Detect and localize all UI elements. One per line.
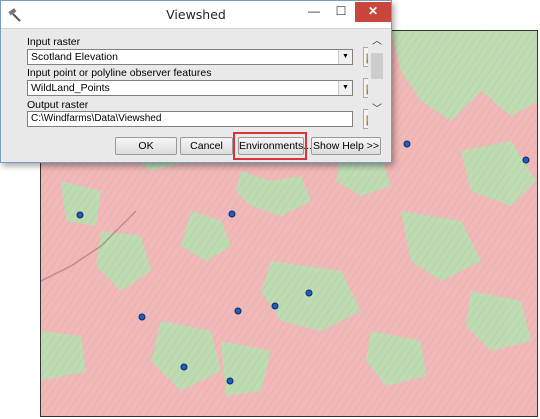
minimize-button[interactable]: — bbox=[301, 2, 327, 22]
observer-point[interactable] bbox=[305, 289, 313, 297]
observer-point[interactable] bbox=[76, 211, 84, 219]
dropdown-arrow-icon[interactable]: ▼ bbox=[338, 50, 352, 64]
vertical-scrollbar[interactable]: ︿ ﹀ bbox=[368, 33, 386, 131]
viewshed-dialog: Viewshed — ☐ ✕ Input raster Scotland Ele… bbox=[0, 0, 392, 163]
close-button[interactable]: ✕ bbox=[355, 2, 391, 22]
observer-point[interactable] bbox=[522, 156, 530, 164]
input-raster-label: Input raster bbox=[27, 36, 81, 48]
observer-features-value: WildLand_Points bbox=[31, 82, 110, 94]
input-raster-combo[interactable]: Scotland Elevation ▼ bbox=[27, 49, 353, 65]
scroll-up-icon[interactable]: ︿ bbox=[368, 35, 386, 49]
ok-button[interactable]: OK bbox=[115, 137, 177, 155]
observer-point[interactable] bbox=[180, 363, 188, 371]
environments-highlight bbox=[233, 132, 307, 160]
input-raster-value: Scotland Elevation bbox=[31, 51, 118, 63]
maximize-button[interactable]: ☐ bbox=[328, 2, 354, 22]
observer-features-combo[interactable]: WildLand_Points ▼ bbox=[27, 80, 353, 96]
observer-point[interactable] bbox=[228, 210, 236, 218]
observer-point[interactable] bbox=[138, 313, 146, 321]
parameters-panel: Input raster Scotland Elevation ▼ Input … bbox=[19, 31, 383, 129]
observer-point[interactable] bbox=[271, 302, 279, 310]
observer-point[interactable] bbox=[403, 140, 411, 148]
observer-point[interactable] bbox=[234, 307, 242, 315]
show-help-button[interactable]: Show Help >> bbox=[311, 137, 381, 155]
output-raster-field[interactable]: C:\Windfarms\Data\Viewshed bbox=[27, 111, 353, 127]
scroll-thumb[interactable] bbox=[371, 53, 383, 79]
observer-point[interactable] bbox=[226, 377, 234, 385]
output-raster-label: Output raster bbox=[27, 99, 89, 111]
scroll-down-icon[interactable]: ﹀ bbox=[368, 103, 386, 117]
title-bar[interactable]: Viewshed — ☐ ✕ bbox=[1, 1, 391, 29]
dropdown-arrow-icon[interactable]: ▼ bbox=[338, 81, 352, 95]
cancel-button[interactable]: Cancel bbox=[180, 137, 233, 155]
observer-features-label: Input point or polyline observer feature… bbox=[27, 67, 212, 79]
